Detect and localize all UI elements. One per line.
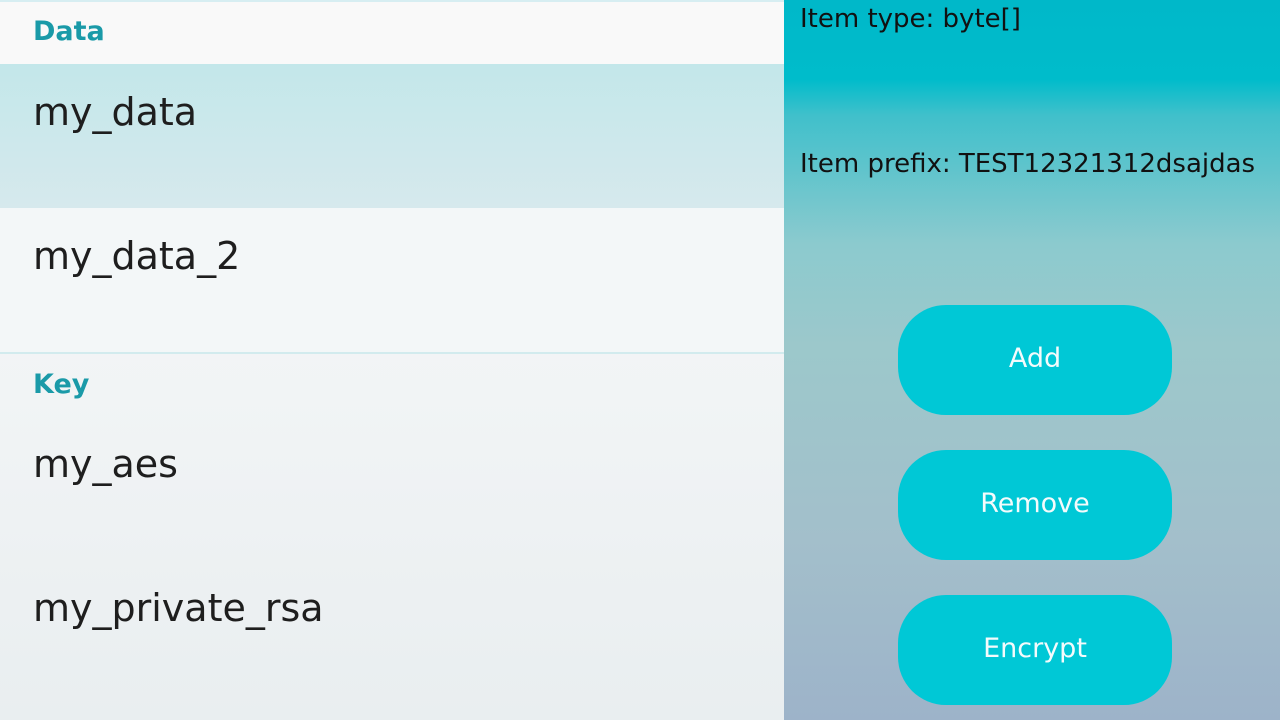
group-header-key: Key (33, 369, 90, 400)
item-list-panel: Data my_data my_data_2 Key my_aes my_pri… (0, 0, 784, 720)
group-header-data: Data (0, 2, 784, 64)
list-item-my-aes[interactable]: my_aes (0, 418, 784, 562)
remove-button[interactable]: Remove (898, 450, 1172, 560)
list-item-my-private-rsa[interactable]: my_private_rsa (0, 562, 784, 706)
app-window: Data my_data my_data_2 Key my_aes my_pri… (0, 0, 1280, 720)
item-prefix-text: Item prefix: TEST12321312dsajdas (800, 149, 1256, 179)
item-type-text: Item type: byte[] (800, 4, 1021, 34)
detail-panel: Item type: byte[] Item prefix: TEST12321… (784, 0, 1280, 720)
encrypt-button[interactable]: Encrypt (898, 595, 1172, 705)
list-item-my-data[interactable]: my_data (0, 64, 784, 208)
add-button[interactable]: Add (898, 305, 1172, 415)
list-item-my-data-2[interactable]: my_data_2 (0, 208, 784, 352)
